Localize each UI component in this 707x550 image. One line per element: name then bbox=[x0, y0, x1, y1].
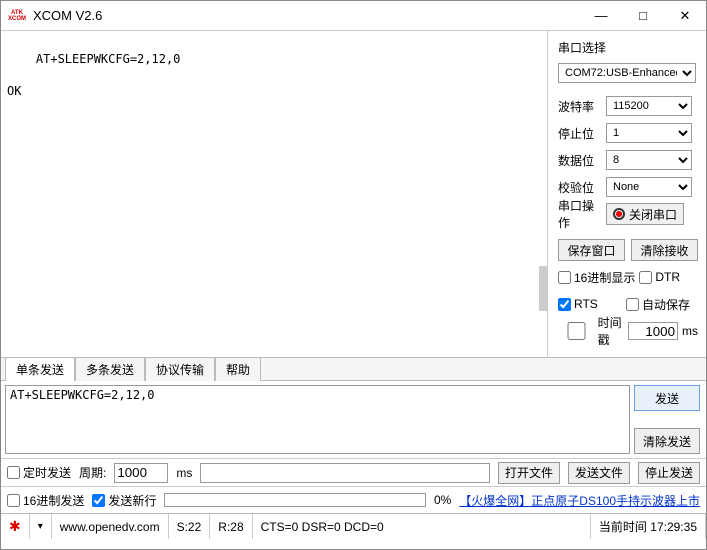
close-port-button[interactable]: 关闭串口 bbox=[606, 203, 684, 225]
send-file-button[interactable]: 发送文件 bbox=[568, 462, 630, 484]
clear-receive-button[interactable]: 清除接收 bbox=[631, 239, 698, 261]
timestamp-input[interactable] bbox=[628, 322, 678, 340]
serial-op-label: 串口操作 bbox=[558, 197, 602, 231]
tab-single-send[interactable]: 单条发送 bbox=[5, 357, 75, 381]
rts-checkbox[interactable]: RTS bbox=[558, 297, 622, 311]
send-input[interactable]: AT+SLEEPWKCFG=2,12,0 bbox=[5, 385, 630, 454]
tab-help[interactable]: 帮助 bbox=[215, 357, 261, 381]
titlebar: ATKXCOM XCOM V2.6 ― □ ✕ bbox=[1, 1, 706, 31]
timestamp-unit: ms bbox=[682, 324, 698, 338]
receive-output[interactable]: AT+SLEEPWKCFG=2,12,0 OK bbox=[1, 31, 548, 357]
send-tabs: 单条发送 多条发送 协议传输 帮助 bbox=[1, 357, 706, 381]
send-newline-checkbox[interactable]: 发送新行 bbox=[92, 492, 156, 509]
send-button[interactable]: 发送 bbox=[634, 385, 700, 411]
databit-label: 数据位 bbox=[558, 152, 602, 169]
baud-select[interactable]: 115200 bbox=[606, 96, 692, 116]
ad-link[interactable]: 【火爆全网】正点原子DS100手持示波器上市 bbox=[459, 492, 700, 509]
stop-send-button[interactable]: 停止发送 bbox=[638, 462, 700, 484]
autosave-checkbox[interactable]: 自动保存 bbox=[626, 296, 690, 313]
progress-bar bbox=[164, 493, 426, 507]
minimize-button[interactable]: ― bbox=[580, 1, 622, 31]
tab-protocol[interactable]: 协议传输 bbox=[145, 357, 215, 381]
app-logo: ATKXCOM bbox=[7, 6, 27, 26]
period-input[interactable] bbox=[114, 463, 168, 483]
close-button[interactable]: ✕ bbox=[664, 1, 706, 31]
record-icon bbox=[613, 208, 625, 220]
maximize-button[interactable]: □ bbox=[622, 1, 664, 31]
settings-icon[interactable]: ✱ bbox=[1, 514, 30, 539]
period-label: 周期: bbox=[79, 464, 106, 481]
baud-label: 波特率 bbox=[558, 98, 602, 115]
hex-send-checkbox[interactable]: 16进制发送 bbox=[7, 492, 84, 509]
open-file-button[interactable]: 打开文件 bbox=[498, 462, 560, 484]
window-title: XCOM V2.6 bbox=[33, 8, 580, 23]
parity-label: 校验位 bbox=[558, 179, 602, 196]
file-path-input[interactable] bbox=[200, 463, 490, 483]
timestamp-checkbox[interactable]: 时间戳 bbox=[558, 314, 624, 348]
status-time: 当前时间 17:29:35 bbox=[591, 514, 706, 539]
save-window-button[interactable]: 保存窗口 bbox=[558, 239, 625, 261]
progress-row: 16进制发送 发送新行 0% 【火爆全网】正点原子DS100手持示波器上市 bbox=[1, 487, 706, 513]
dtr-checkbox[interactable]: DTR bbox=[639, 270, 680, 284]
tab-multi-send[interactable]: 多条发送 bbox=[75, 357, 145, 381]
parity-select[interactable]: None bbox=[606, 177, 692, 197]
period-unit: ms bbox=[176, 466, 192, 480]
databit-select[interactable]: 8 bbox=[606, 150, 692, 170]
timed-send-checkbox[interactable]: 定时发送 bbox=[7, 464, 71, 481]
main-area: AT+SLEEPWKCFG=2,12,0 OK 串口选择 COM72:USB-E… bbox=[1, 31, 706, 357]
stopbit-select[interactable]: 1 bbox=[606, 123, 692, 143]
serial-select-label: 串口选择 bbox=[558, 39, 698, 56]
dropdown-icon[interactable]: ▾ bbox=[30, 514, 52, 539]
status-line: CTS=0 DSR=0 DCD=0 bbox=[253, 514, 591, 539]
scrollbar-thumb[interactable] bbox=[539, 266, 547, 311]
send-options-row: 定时发送 周期: ms 打开文件 发送文件 停止发送 bbox=[1, 459, 706, 487]
status-recv: R:28 bbox=[210, 514, 252, 539]
status-bar: ✱ ▾ www.openedv.com S:22 R:28 CTS=0 DSR=… bbox=[1, 513, 706, 539]
send-area: AT+SLEEPWKCFG=2,12,0 发送 清除发送 bbox=[1, 381, 706, 459]
progress-percent: 0% bbox=[434, 493, 451, 507]
serial-config-panel: 串口选择 COM72:USB-Enhanced-SE 波特率115200 停止位… bbox=[548, 31, 706, 357]
status-sent: S:22 bbox=[169, 514, 211, 539]
port-select[interactable]: COM72:USB-Enhanced-SE bbox=[558, 63, 696, 83]
status-url[interactable]: www.openedv.com bbox=[52, 514, 169, 539]
stopbit-label: 停止位 bbox=[558, 125, 602, 142]
hex-display-checkbox[interactable]: 16进制显示 bbox=[558, 269, 635, 286]
clear-send-button[interactable]: 清除发送 bbox=[634, 428, 700, 454]
